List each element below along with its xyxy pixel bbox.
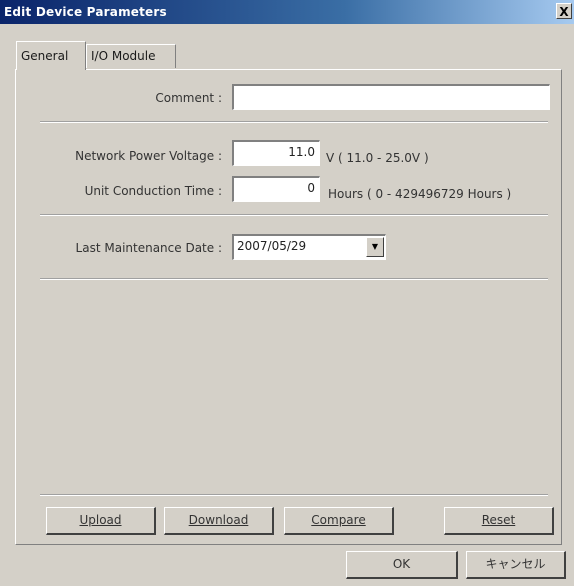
- network-voltage-range: V ( 11.0 - 25.0V ): [326, 151, 429, 165]
- separator: [40, 494, 548, 496]
- maintenance-date-select[interactable]: 2007/05/29 ▼: [232, 234, 386, 260]
- compare-button[interactable]: Compare: [284, 507, 394, 535]
- edit-device-parameters-dialog: Edit Device Parameters X General I/O Mod…: [0, 0, 574, 586]
- title-bar[interactable]: Edit Device Parameters X: [0, 0, 574, 24]
- conduction-time-field[interactable]: 0: [232, 176, 320, 202]
- tab-general[interactable]: General: [16, 41, 86, 70]
- separator: [40, 121, 548, 123]
- network-voltage-field[interactable]: 11.0: [232, 140, 320, 166]
- reset-button[interactable]: Reset: [444, 507, 554, 535]
- tab-general-label: General: [21, 49, 69, 63]
- tab-io-module-label: I/O Module: [91, 49, 156, 63]
- chevron-down-icon[interactable]: ▼: [366, 237, 384, 257]
- maintenance-date-label: Last Maintenance Date :: [75, 241, 222, 255]
- tab-io-module[interactable]: I/O Module: [86, 44, 176, 68]
- conduction-time-label: Unit Conduction Time :: [84, 184, 222, 198]
- comment-field[interactable]: [232, 84, 550, 110]
- cancel-button[interactable]: キャンセル: [466, 551, 566, 579]
- network-voltage-label: Network Power Voltage :: [75, 149, 222, 163]
- comment-label: Comment :: [155, 91, 222, 105]
- separator: [40, 278, 548, 280]
- separator: [40, 214, 548, 216]
- window-title: Edit Device Parameters: [4, 5, 167, 19]
- download-button[interactable]: Download: [164, 507, 274, 535]
- close-icon[interactable]: X: [556, 3, 572, 19]
- conduction-time-range: Hours ( 0 - 429496729 Hours ): [328, 187, 512, 201]
- upload-button[interactable]: Upload: [46, 507, 156, 535]
- ok-button[interactable]: OK: [346, 551, 458, 579]
- maintenance-date-value: 2007/05/29: [237, 239, 307, 253]
